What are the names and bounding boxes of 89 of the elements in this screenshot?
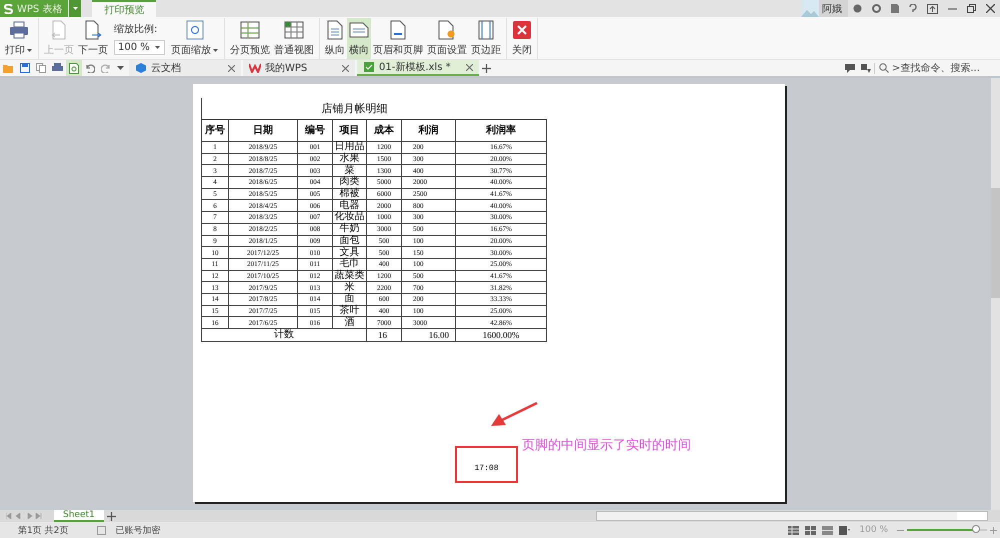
dropdown-icon[interactable]: [114, 66, 127, 70]
search-field[interactable]: >查找命令、搜索...: [874, 62, 998, 74]
table-cell: 米: [332, 281, 366, 293]
sheet-title: 店铺月帐明细: [201, 98, 547, 119]
document-tab[interactable]: 01-新模板.xls *: [357, 60, 479, 76]
table-cell: 肉类: [332, 176, 366, 188]
encryption-status: 已账号加密: [114, 524, 162, 536]
table-cell: 面: [332, 292, 366, 305]
table-cell: 棉被: [332, 188, 366, 200]
ribbon-button[interactable]: 下一页: [76, 18, 110, 59]
cube-icon: [135, 62, 147, 74]
ribbon-button[interactable]: 页边距: [468, 18, 503, 59]
table-cell: 日用品: [332, 141, 366, 153]
spreadsheet-icon: [363, 61, 375, 73]
ribbon-button[interactable]: 分页预览: [228, 18, 272, 59]
close-icon[interactable]: [466, 64, 473, 70]
column-header: 编号: [297, 119, 332, 141]
app-menu-dropdown[interactable]: [69, 0, 82, 17]
next-page-icon: [84, 20, 102, 40]
ribbon-button[interactable]: 页面设置: [424, 18, 469, 59]
ribbon-button[interactable]: 页眉和页脚: [370, 18, 425, 59]
table-cell: 16: [366, 328, 401, 342]
column-header: 利润率: [455, 119, 547, 141]
table-cell: 牛奶: [332, 222, 366, 234]
column-header: 成本: [366, 119, 401, 141]
grid-view-icon: [284, 21, 304, 39]
header-footer-icon: [390, 20, 406, 40]
column-header: 日期: [228, 119, 297, 141]
horizontal-scrollbar[interactable]: [596, 511, 988, 521]
ribbon-button[interactable]: 纵向: [322, 18, 347, 59]
close-icon[interactable]: [228, 64, 235, 72]
table-cell: 蔬菜类: [332, 270, 366, 282]
table-cell: 化妆品: [332, 211, 366, 223]
ribbon-button[interactable]: 横向: [346, 18, 371, 59]
column-header: 序号: [201, 119, 228, 141]
table-cell: 文具: [332, 246, 366, 258]
copy-icon[interactable]: [33, 63, 49, 73]
zoom-slider-thumb[interactable]: [972, 525, 980, 533]
table-cell: 酒: [332, 316, 366, 328]
landscape-page-icon: [348, 22, 369, 38]
table-cell: 电器: [332, 199, 366, 212]
annotation-text: 页脚的中间显示了实时的时间: [522, 437, 691, 454]
printer-icon: [9, 21, 29, 39]
search-icon: [879, 63, 889, 73]
page-break-grid-icon: [240, 21, 260, 39]
ribbon-button[interactable]: 普通视图: [272, 18, 316, 59]
table-cell: 计数: [201, 328, 366, 342]
footer-time: 17:08: [473, 464, 500, 473]
save-icon[interactable]: [17, 63, 33, 73]
user-menu[interactable]: 阿娥: [819, 0, 848, 17]
zoom-percentage: 100 %: [858, 525, 889, 535]
ribbon-tab[interactable]: 打印预览: [92, 0, 156, 17]
w-logo-icon: [249, 63, 261, 73]
vertical-scrollbar[interactable]: [991, 78, 1000, 510]
print-preview-icon[interactable]: [66, 60, 82, 76]
column-header: 利润: [401, 119, 455, 141]
sheet-tab[interactable]: Sheet1: [54, 510, 104, 522]
portrait-page-icon: [326, 20, 343, 40]
table-cell: 面包: [332, 234, 366, 246]
page-margins-icon: [478, 20, 494, 40]
close-icon[interactable]: [342, 64, 349, 72]
arrow: [490, 402, 538, 428]
page-gear-icon: [438, 20, 456, 40]
zoom-in-icon[interactable]: [987, 526, 1000, 534]
table-cell: 水果: [332, 152, 366, 164]
ribbon-button[interactable]: 打印: [3, 18, 35, 59]
close-icon: [512, 21, 531, 39]
comment-icon[interactable]: [842, 64, 858, 72]
table-cell: 茶叶: [332, 304, 366, 316]
s-logo-icon: [4, 4, 13, 14]
table-cell: 菜: [332, 164, 366, 176]
caret-icon: [72, 7, 78, 10]
table-cell: 1600.00%: [455, 328, 547, 342]
ribbon-button[interactable]: 关闭: [510, 18, 534, 59]
printer-icon[interactable]: [49, 63, 66, 73]
table-cell: 毛巾: [332, 258, 366, 270]
table-cell: 16.00: [401, 328, 455, 342]
document-tab[interactable]: 我的WPS: [243, 60, 355, 76]
page-count: 第1页 共2页: [17, 524, 70, 536]
zoom-label: 缩放比例:: [114, 22, 158, 36]
caret-icon: [154, 46, 161, 49]
zoom-select[interactable]: 100 %: [114, 40, 165, 55]
previous-page-icon: [50, 20, 68, 40]
highlight-box: [455, 446, 518, 483]
column-header: 项目: [332, 119, 366, 141]
add-tab-icon[interactable]: [479, 64, 494, 72]
ribbon-button[interactable]: 页面缩放: [168, 18, 221, 59]
document-tab[interactable]: 云文档: [129, 60, 241, 76]
page-zoom-icon: [186, 20, 204, 40]
